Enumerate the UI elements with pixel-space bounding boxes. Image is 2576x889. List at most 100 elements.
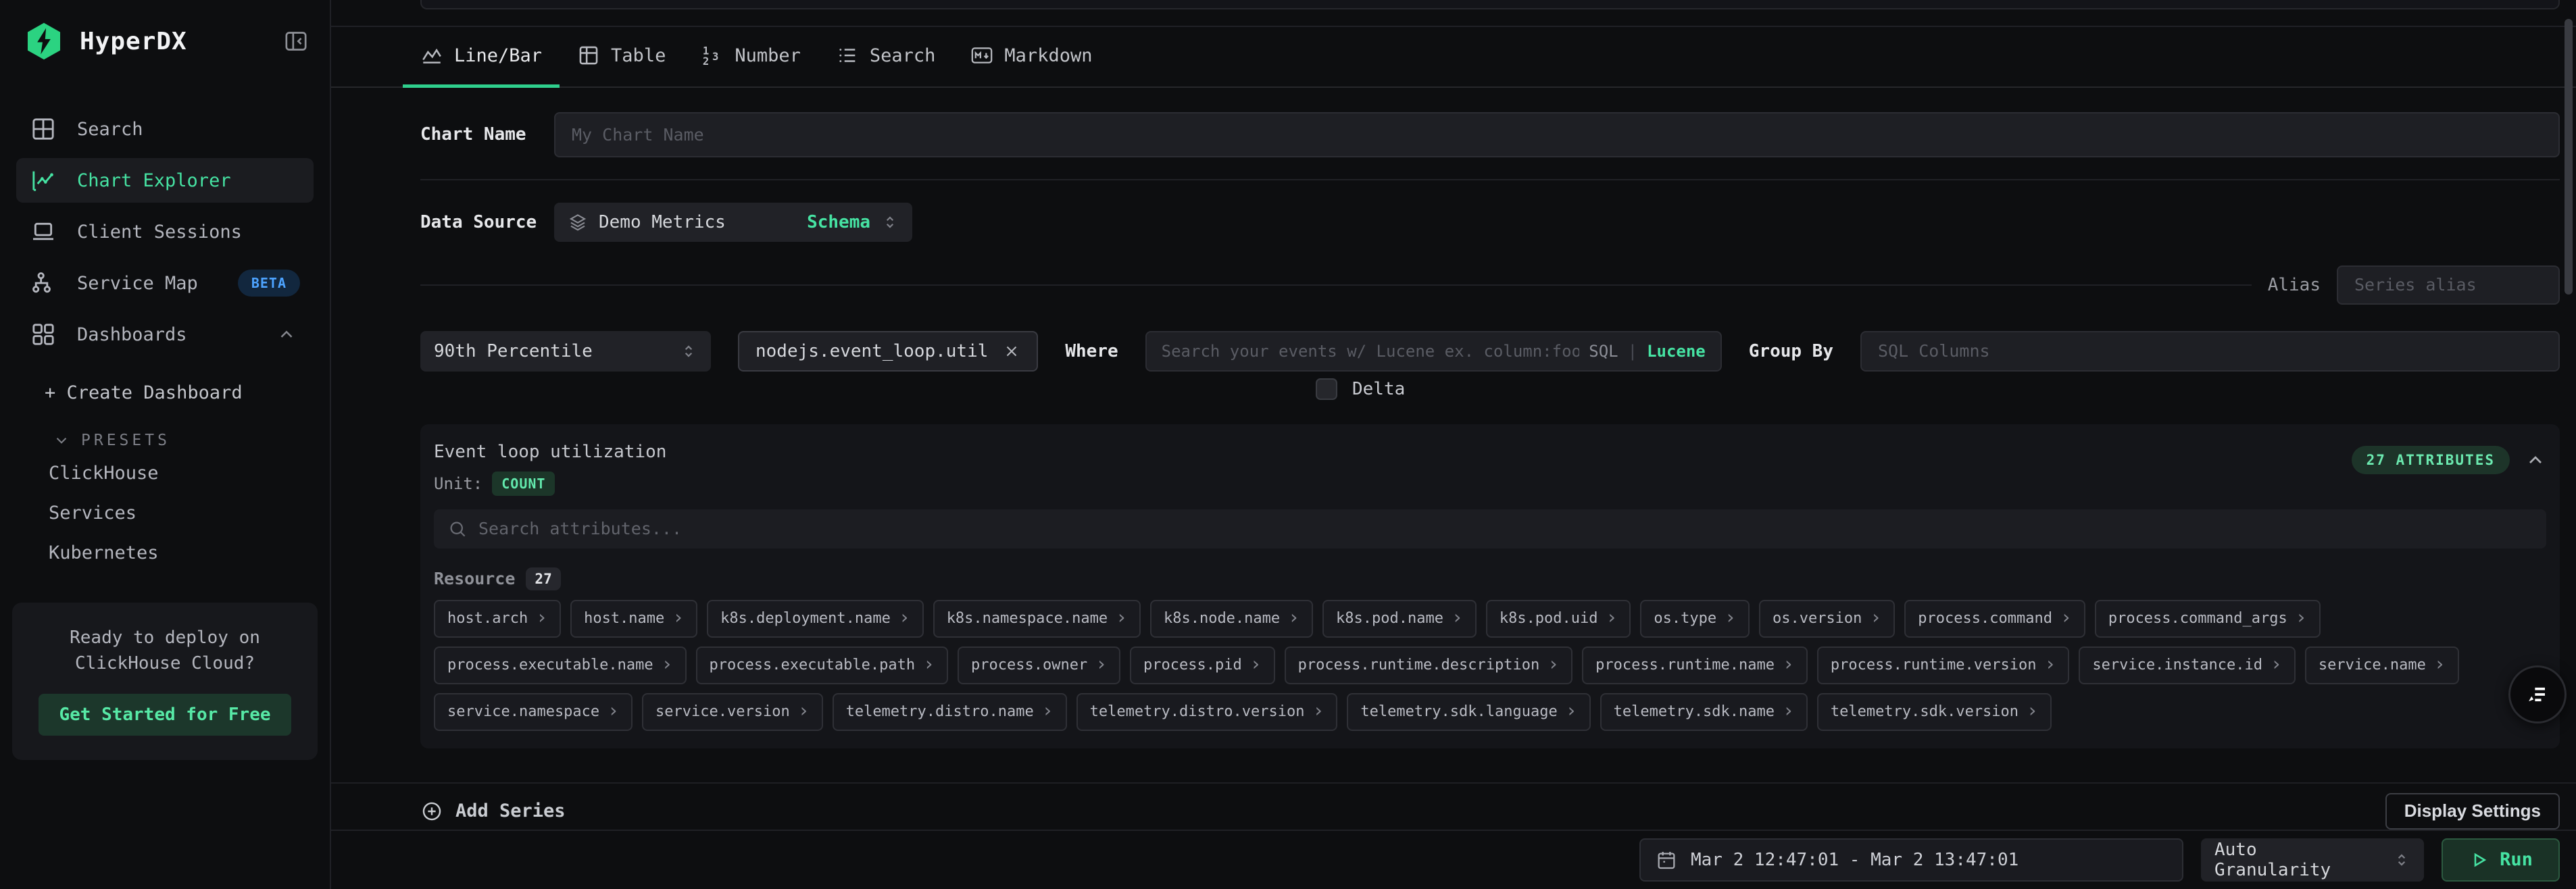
- granularity-select[interactable]: Auto Granularity: [2201, 838, 2424, 882]
- clickhouse-cloud-card: Ready to deploy on ClickHouse Cloud? Get…: [12, 603, 318, 760]
- sidebar-item-label: Service Map: [77, 273, 198, 294]
- play-icon: [2469, 850, 2489, 870]
- attribute-chip[interactable]: process.command›: [1904, 600, 2085, 638]
- attribute-chip-label: k8s.node.name: [1164, 610, 1280, 627]
- sidebar-item-client-sessions[interactable]: Client Sessions: [16, 209, 314, 254]
- preset-item[interactable]: Services: [49, 503, 330, 524]
- data-source-select[interactable]: Demo Metrics Schema: [554, 203, 912, 242]
- preset-item[interactable]: ClickHouse: [49, 463, 330, 484]
- chevron-up-icon: [273, 324, 300, 345]
- sidebar-collapse-icon[interactable]: [282, 28, 309, 55]
- run-button[interactable]: Run: [2442, 838, 2560, 882]
- chevron-right-icon: ›: [2027, 701, 2038, 720]
- get-started-button[interactable]: Get Started for Free: [39, 694, 291, 736]
- feedback-list-icon: [2523, 680, 2552, 709]
- beta-badge: BETA: [238, 270, 300, 297]
- floating-widget-button[interactable]: [2508, 665, 2567, 723]
- attribute-chip-label: host.arch: [447, 610, 528, 627]
- attribute-chip[interactable]: process.executable.path›: [696, 646, 949, 684]
- attribute-chip-label: telemetry.sdk.version: [1831, 703, 2018, 720]
- attribute-chip[interactable]: telemetry.distro.name›: [833, 693, 1067, 731]
- aggregation-select[interactable]: 90th Percentile: [420, 331, 711, 372]
- add-series-button[interactable]: Add Series: [420, 800, 566, 823]
- attribute-chip[interactable]: service.instance.id›: [2079, 646, 2296, 684]
- sidebar-item-search[interactable]: Search: [16, 107, 314, 151]
- attribute-search-box: [434, 509, 2546, 549]
- attribute-chip[interactable]: k8s.pod.name›: [1322, 600, 1477, 638]
- attribute-chip[interactable]: process.runtime.name›: [1582, 646, 1808, 684]
- preset-item[interactable]: Kubernetes: [49, 542, 330, 563]
- tab-markdown[interactable]: Markdown: [953, 27, 1110, 87]
- attribute-chip[interactable]: os.type›: [1640, 600, 1750, 638]
- numbers-icon: 1 2 3: [701, 44, 724, 67]
- delta-checkbox[interactable]: [1316, 378, 1337, 400]
- attribute-chip[interactable]: process.runtime.version›: [1817, 646, 2070, 684]
- hyperdx-logo-icon: [23, 20, 65, 62]
- tab-search[interactable]: Search: [818, 27, 953, 87]
- tab-table[interactable]: Table: [560, 27, 683, 87]
- attribute-chip[interactable]: telemetry.sdk.version ›: [1817, 693, 2052, 731]
- sidebar-item-chart-explorer[interactable]: Chart Explorer: [16, 158, 314, 203]
- attribute-chip-label: process.owner: [971, 657, 1087, 674]
- chevron-up-icon[interactable]: [2525, 449, 2546, 471]
- area-chart-icon: [420, 44, 443, 67]
- presets-header-label: PRESETS: [81, 432, 170, 449]
- attribute-chip[interactable]: k8s.pod.uid›: [1486, 600, 1631, 638]
- attribute-chip-label: os.type: [1654, 610, 1716, 627]
- sql-toggle[interactable]: SQL: [1589, 342, 1618, 361]
- attribute-chip[interactable]: process.owner›: [958, 646, 1120, 684]
- attribute-chip[interactable]: k8s.node.name›: [1150, 600, 1313, 638]
- attribute-chip-label: os.version: [1773, 610, 1862, 627]
- attribute-chip[interactable]: service.name›: [2305, 646, 2459, 684]
- svg-text:3: 3: [712, 51, 718, 63]
- delta-row: Delta: [1316, 378, 2576, 400]
- attribute-chip[interactable]: k8s.deployment.name›: [707, 600, 924, 638]
- attribute-chip[interactable]: host.arch›: [434, 600, 561, 638]
- chevron-right-icon: ›: [923, 655, 935, 674]
- attribute-chip[interactable]: telemetry.sdk.language›: [1347, 693, 1590, 731]
- lucene-toggle[interactable]: Lucene: [1647, 342, 1706, 361]
- tab-label: Search: [870, 45, 936, 66]
- presets-header[interactable]: PRESETS: [53, 432, 330, 449]
- resource-group-row: Resource 27: [434, 567, 2546, 590]
- series-alias-input[interactable]: [2337, 265, 2560, 305]
- sidebar-item-service-map[interactable]: Service Map BETA: [16, 261, 314, 305]
- attribute-chip[interactable]: process.runtime.description›: [1285, 646, 1572, 684]
- metric-tag-chip[interactable]: nodejs.event_loop.util: [738, 331, 1038, 372]
- attribute-search-input[interactable]: [478, 519, 2533, 538]
- panel-header: Event loop utilization Unit: COUNT 27 AT…: [434, 442, 2546, 496]
- scrollbar[interactable]: [2565, 19, 2573, 295]
- create-dashboard-button[interactable]: + Create Dashboard: [45, 382, 330, 403]
- attribute-chip-label: process.executable.name: [447, 657, 653, 674]
- chart-name-input[interactable]: [554, 112, 2560, 157]
- group-by-input[interactable]: [1860, 331, 2560, 372]
- attribute-chip[interactable]: os.version›: [1759, 600, 1895, 638]
- attribute-chip[interactable]: host.name›: [570, 600, 697, 638]
- display-settings-button[interactable]: Display Settings: [2385, 793, 2560, 830]
- attribute-chip-label: process.runtime.name: [1595, 657, 1775, 674]
- list-icon: [836, 44, 859, 67]
- attribute-chip[interactable]: process.executable.name›: [434, 646, 687, 684]
- cutoff-input-top: [420, 0, 2560, 9]
- attribute-chip[interactable]: service.namespace›: [434, 693, 633, 731]
- time-range-picker[interactable]: Mar 2 12:47:01 - Mar 2 13:47:01: [1639, 838, 2183, 882]
- where-search-input[interactable]: [1162, 342, 1580, 361]
- attribute-chip[interactable]: k8s.namespace.name›: [933, 600, 1141, 638]
- close-icon[interactable]: [1003, 342, 1020, 360]
- granularity-value: Auto Granularity: [2214, 840, 2382, 880]
- tab-label: Markdown: [1004, 45, 1092, 66]
- attribute-chip[interactable]: service.version›: [642, 693, 823, 731]
- sidebar-item-dashboards[interactable]: Dashboards: [16, 312, 314, 357]
- attribute-chip-label: service.name: [2319, 657, 2426, 674]
- aggregation-value: 90th Percentile: [434, 341, 593, 361]
- attribute-chip[interactable]: telemetry.sdk.name›: [1600, 693, 1808, 731]
- attribute-chip-label: telemetry.distro.name: [846, 703, 1034, 720]
- attribute-chip[interactable]: process.command_args›: [2095, 600, 2321, 638]
- tab-line-bar[interactable]: Line/Bar: [403, 27, 560, 87]
- attribute-chip[interactable]: process.pid›: [1130, 646, 1275, 684]
- caret-updown-icon: [2393, 851, 2410, 869]
- attribute-chip[interactable]: telemetry.distro.version›: [1076, 693, 1338, 731]
- data-source-value: Demo Metrics: [599, 212, 726, 232]
- schema-link[interactable]: Schema: [807, 212, 870, 232]
- tab-number[interactable]: 1 2 3 Number: [683, 27, 818, 87]
